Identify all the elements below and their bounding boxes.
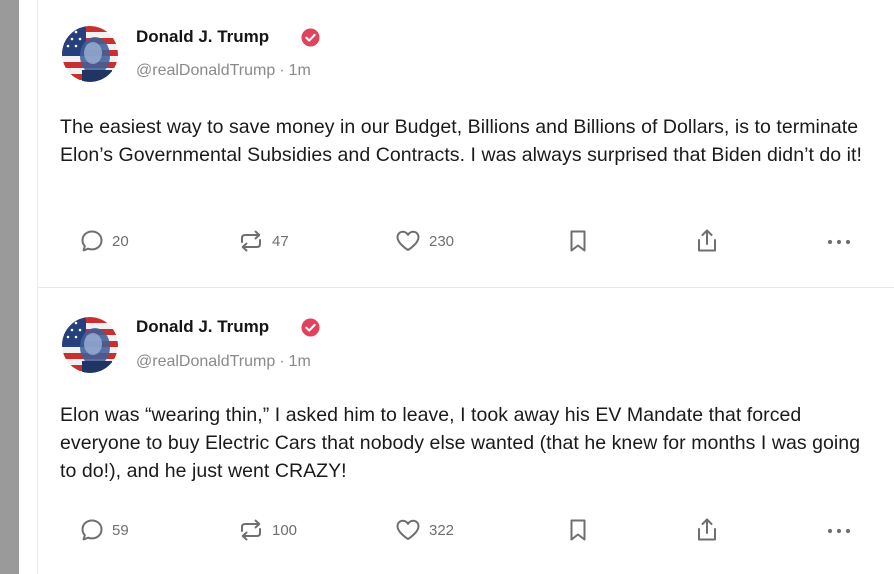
post[interactable]: Donald J. Trump @realDonaldTrump · 1m Elon… xyxy=(38,288,894,574)
reply-button[interactable]: 59 xyxy=(79,515,129,545)
avatar[interactable] xyxy=(62,26,118,82)
bookmark-icon xyxy=(570,230,586,252)
post[interactable]: Donald J. Trump @realDonaldTrump · 1m The … xyxy=(38,0,894,288)
verified-badge-icon xyxy=(301,318,320,337)
author-name[interactable]: Donald J. Trump xyxy=(136,317,269,337)
more-dots-icon xyxy=(827,528,851,534)
post-text: Elon was “wearing thin,” I asked him to … xyxy=(60,404,861,482)
bookmark-button[interactable] xyxy=(566,226,590,256)
post-meta: @realDonaldTrump · 1m xyxy=(136,353,311,371)
like-count: 230 xyxy=(429,232,455,250)
heart-icon xyxy=(396,230,420,251)
post-text: The easiest way to save money in our Bud… xyxy=(60,116,862,166)
timestamp[interactable]: 1m xyxy=(289,62,311,79)
share-icon xyxy=(698,518,716,541)
meta-separator: · xyxy=(279,62,285,79)
feed: Donald J. Trump @realDonaldTrump · 1m The … xyxy=(37,0,894,574)
share-icon xyxy=(698,229,716,252)
repost-button[interactable]: 100 xyxy=(237,515,297,545)
like-button[interactable]: 230 xyxy=(394,226,454,256)
author-name[interactable]: Donald J. Trump xyxy=(136,27,269,47)
reply-button[interactable]: 20 xyxy=(79,226,129,256)
share-button[interactable] xyxy=(694,226,720,256)
timestamp[interactable]: 1m xyxy=(289,353,311,370)
avatar-image xyxy=(62,26,118,82)
post-meta: @realDonaldTrump · 1m xyxy=(136,62,311,80)
repost-arrows-icon xyxy=(241,230,261,252)
handle[interactable]: @realDonaldTrump xyxy=(136,353,275,370)
reply-count: 59 xyxy=(112,521,129,539)
more-options-button[interactable] xyxy=(824,515,854,545)
handle[interactable]: @realDonaldTrump xyxy=(136,62,275,79)
more-options-button[interactable] xyxy=(824,226,854,256)
speech-bubble-icon xyxy=(81,230,103,252)
reply-count: 20 xyxy=(112,232,129,250)
action-bar: 59 100 322 xyxy=(38,515,894,545)
avatar[interactable] xyxy=(62,317,118,373)
repost-button[interactable]: 47 xyxy=(237,226,289,256)
heart-icon xyxy=(396,519,420,540)
rail-gap xyxy=(19,0,37,574)
repost-count: 100 xyxy=(272,521,298,539)
repost-arrows-icon xyxy=(241,519,261,541)
bookmark-icon xyxy=(570,519,586,541)
meta-separator: · xyxy=(279,353,285,370)
like-count: 322 xyxy=(429,521,455,539)
bookmark-button[interactable] xyxy=(566,515,590,545)
like-button[interactable]: 322 xyxy=(394,515,454,545)
left-rail xyxy=(0,0,19,574)
verified-badge-icon xyxy=(301,28,320,47)
more-dots-icon xyxy=(827,239,851,245)
avatar-image xyxy=(62,317,118,373)
action-bar: 20 47 230 xyxy=(38,226,894,256)
repost-count: 47 xyxy=(272,232,289,250)
speech-bubble-icon xyxy=(81,519,103,541)
share-button[interactable] xyxy=(694,515,720,545)
